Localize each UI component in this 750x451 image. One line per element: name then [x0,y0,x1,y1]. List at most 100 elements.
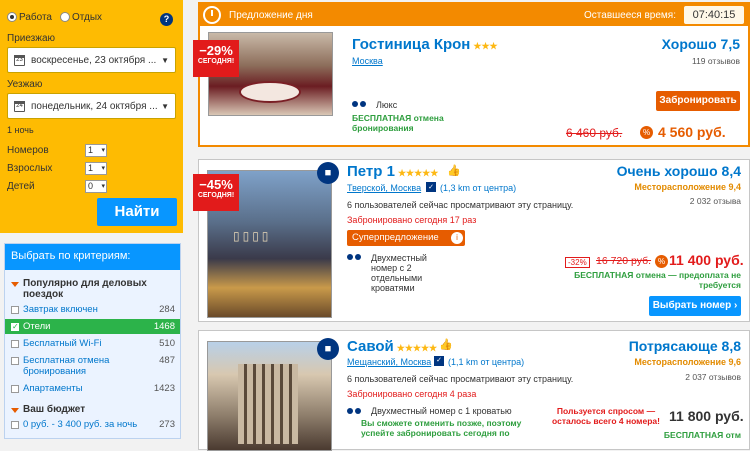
review-score[interactable]: Хорошо 7,5 [662,36,740,52]
sale-icon: % [640,126,653,139]
children-select[interactable]: 0 [85,179,107,193]
select-room-button[interactable]: Выбрать номер › [649,296,741,316]
hotel-name-link[interactable]: Петр 1 ★★★★★ [347,163,438,180]
distance-link[interactable]: (1,3 km от центра) [440,183,516,193]
adults-select[interactable]: 1 [85,161,107,175]
radio-icon [60,12,70,23]
rooms-select[interactable]: 1 [85,143,107,157]
purpose-leisure-radio[interactable]: Отдых [60,12,102,23]
discount-ribbon: −45% СЕГОДНЯ! [193,174,239,211]
business-bag-icon: ■ [317,338,339,360]
info-icon: i [451,232,463,244]
filter-budget-1[interactable]: 0 руб. - 3 400 руб. за ночь 273 [5,417,180,432]
guests-icon [347,408,363,418]
checkbox-icon [11,306,19,314]
hotel-photo[interactable] [207,341,332,451]
high-demand-text: Пользуется спросом — осталось всего 4 но… [552,406,660,426]
location-score: Месторасположение 9,4 [634,182,741,192]
guests-icon [352,101,368,111]
stars-icon: ★★★★★ [396,343,438,353]
hotel-sign-shape: ▯▯▯▯ [233,229,272,243]
stars-icon: ★★★ [473,41,498,51]
super-deal-badge[interactable]: Суперпредложение i [347,230,465,246]
distance-link[interactable]: (1,1 km от центра) [448,357,524,367]
map-check-icon: ✓ [434,356,444,366]
calendar-icon: 23 [14,54,25,66]
purpose-work-radio[interactable]: Работа [7,12,52,23]
city-link[interactable]: Мещанский, Москва [347,357,431,367]
checkin-date-field[interactable]: 23 воскресенье, 23 октября ... ▼ [7,47,176,73]
free-cancel-text: БЕСПЛАТНАЯ отмена бронирования [352,113,444,133]
checkbox-icon [11,421,19,429]
help-icon[interactable]: ? [160,13,173,26]
review-count[interactable]: 2 032 отзыва [690,196,741,206]
deal-title: Предложение дня [229,9,313,21]
filter-group-business[interactable]: Популярно для деловых поездок [5,270,180,300]
stars-icon: ★★★★★ [397,168,439,178]
filter-wifi[interactable]: Бесплатный Wi-Fi 510 [5,336,180,351]
business-bag-icon: ■ [317,162,339,184]
find-button[interactable]: Найти [97,198,177,226]
thumbs-up-icon: 👍 [447,165,461,177]
filter-apartments[interactable]: Апартаменты 1423 [5,381,180,396]
checkout-label: Уезжаю [7,79,43,90]
rooms-label: Номеров [7,144,49,156]
review-score[interactable]: Потрясающе 8,8 [629,338,741,354]
filter-group-budget[interactable]: Ваш бюджет [5,396,180,415]
city-link[interactable]: Тверской, Москва [347,183,421,193]
filter-hotels[interactable]: Отели1468 [5,319,180,334]
trip-purpose: Работа Отдых [7,12,176,23]
hotel-card: ▯▯▯▯ ■ Петр 1 ★★★★★ 👍 Тверской, Москва ✓ … [198,159,750,322]
viewers-text: 6 пользователей сейчас просматривают эту… [347,200,574,210]
location-score: Месторасположение 9,6 [634,357,741,367]
discount-ribbon: −29% СЕГОДНЯ! [193,40,239,77]
book-button[interactable]: Забронировать [656,91,740,111]
deal-header: Предложение дня Оставшееся время: 07:40:… [200,4,748,26]
chevron-down-icon: ▼ [161,102,169,111]
hotel-name-link[interactable]: Савой ★★★★★ [347,338,437,355]
checkout-date-field[interactable]: 24 понедельник, 24 октября ... ▼ [7,93,176,119]
new-price: 11 400 руб. [669,252,744,268]
old-price: 16 720 руб. [596,255,652,267]
guests-icon [347,254,363,264]
review-count[interactable]: 119 отзывов [692,56,740,66]
city-link[interactable]: Москва [352,56,383,66]
clock-icon [203,6,221,24]
filters-title: Выбрать по критериям: [5,244,180,270]
booked-today-text: Забронировано сегодня 17 раз [347,215,477,225]
children-label: Детей [7,180,35,192]
timer-label: Оставшееся время: [584,10,676,21]
new-price: 11 800 руб. [669,408,744,424]
countdown-timer: 07:40:15 [684,6,744,24]
hotel-name-link[interactable]: Гостиница Крон ★★★ [352,36,498,53]
free-cancel-text: БЕСПЛАТНАЯ отмена — предоплата не требуе… [574,270,741,290]
building-shape [238,364,298,444]
hotel-card: ■ Савой ★★★★★ 👍 Мещанский, Москва ✓ (1,1 … [198,330,750,451]
filter-breakfast[interactable]: Завтрак включен 284 [5,302,180,317]
checkin-date-value: воскресенье, 23 октября ... [31,54,157,66]
chevron-down-icon: ▼ [161,56,169,65]
adults-label: Взрослых [7,162,53,174]
review-count[interactable]: 2 037 отзывов [685,372,741,382]
room-type: Двухместный номер с 2 отдельными кроватя… [371,253,427,293]
new-price: 4 560 руб. [658,124,726,140]
radio-selected-icon [7,12,17,23]
viewers-text: 6 пользователей сейчас просматривают эту… [347,374,574,384]
calendar-icon: 24 [14,100,25,112]
checkin-label: Приезжаю [7,33,56,44]
review-score[interactable]: Очень хорошо 8,4 [617,163,741,179]
checkbox-icon [11,385,19,393]
search-panel: Работа Отдых ? Приезжаю 23 воскресенье, … [0,0,183,233]
old-price: 6 460 руб. [566,126,623,140]
sale-icon: % [655,255,668,268]
checkout-date-value: понедельник, 24 октября ... [31,100,158,112]
filters-panel: Выбрать по критериям: Популярно для дело… [4,243,181,439]
discount-percent: -32% [565,257,590,268]
nights-count: 1 ночь [7,125,34,135]
checkbox-icon [11,340,19,348]
filter-free-cancel[interactable]: Бесплатная отмена бронирования 487 [5,353,180,379]
room-type: Двухместный номер с 1 кроватью [371,406,512,416]
booked-today-text: Забронировано сегодня 4 раза [347,389,477,399]
checkbox-icon [11,357,19,365]
deal-of-day-card: Предложение дня Оставшееся время: 07:40:… [198,2,750,147]
